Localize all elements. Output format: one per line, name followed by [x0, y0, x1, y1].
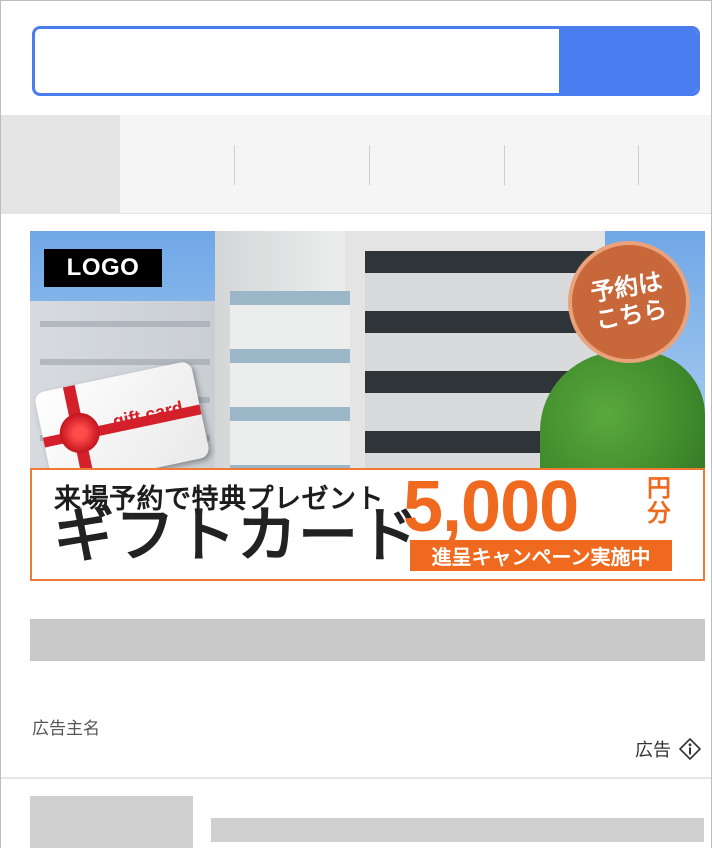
balconies — [230, 291, 350, 471]
tab-5[interactable] — [505, 115, 638, 213]
search-bar — [32, 26, 700, 96]
gift-card-text: gift card — [111, 397, 185, 432]
app-frame: LOGO 予約は こちら gift card 来場予約で特典プレゼント ギフトカ… — [0, 0, 712, 848]
search-button[interactable] — [559, 29, 697, 93]
promo-headline-main: ギフトカード — [54, 501, 420, 571]
search-input[interactable] — [35, 29, 565, 93]
list-item-thumbnail[interactable] — [30, 796, 193, 848]
promo-amount-unit: 円 分 — [647, 474, 671, 528]
ad-title-placeholder[interactable] — [30, 619, 705, 661]
ad-label[interactable]: 広告 — [635, 736, 701, 762]
brand-logo: LOGO — [44, 249, 162, 287]
promo-campaign-label: 進呈キャンペーン実施中 — [410, 540, 672, 571]
info-icon[interactable] — [679, 738, 701, 760]
tab-1[interactable] — [1, 115, 120, 213]
ad-label-text: 広告 — [635, 740, 671, 761]
ad-banner-image[interactable]: LOGO 予約は こちら gift card 来場予約で特典プレゼント ギフトカ… — [30, 231, 705, 581]
bow-icon — [56, 409, 104, 457]
tab-divider — [638, 145, 639, 185]
advertiser-name: 広告主名 — [32, 719, 100, 739]
list-item-title-placeholder[interactable] — [211, 818, 704, 842]
tab-4[interactable] — [370, 115, 504, 213]
tab-2[interactable] — [120, 115, 234, 213]
promo-amount: 5,000 — [403, 467, 579, 547]
reserve-badge-text: 予約は こちら — [588, 267, 670, 335]
tab-3[interactable] — [235, 115, 369, 213]
divider — [1, 777, 711, 779]
tab-bar — [1, 115, 711, 214]
